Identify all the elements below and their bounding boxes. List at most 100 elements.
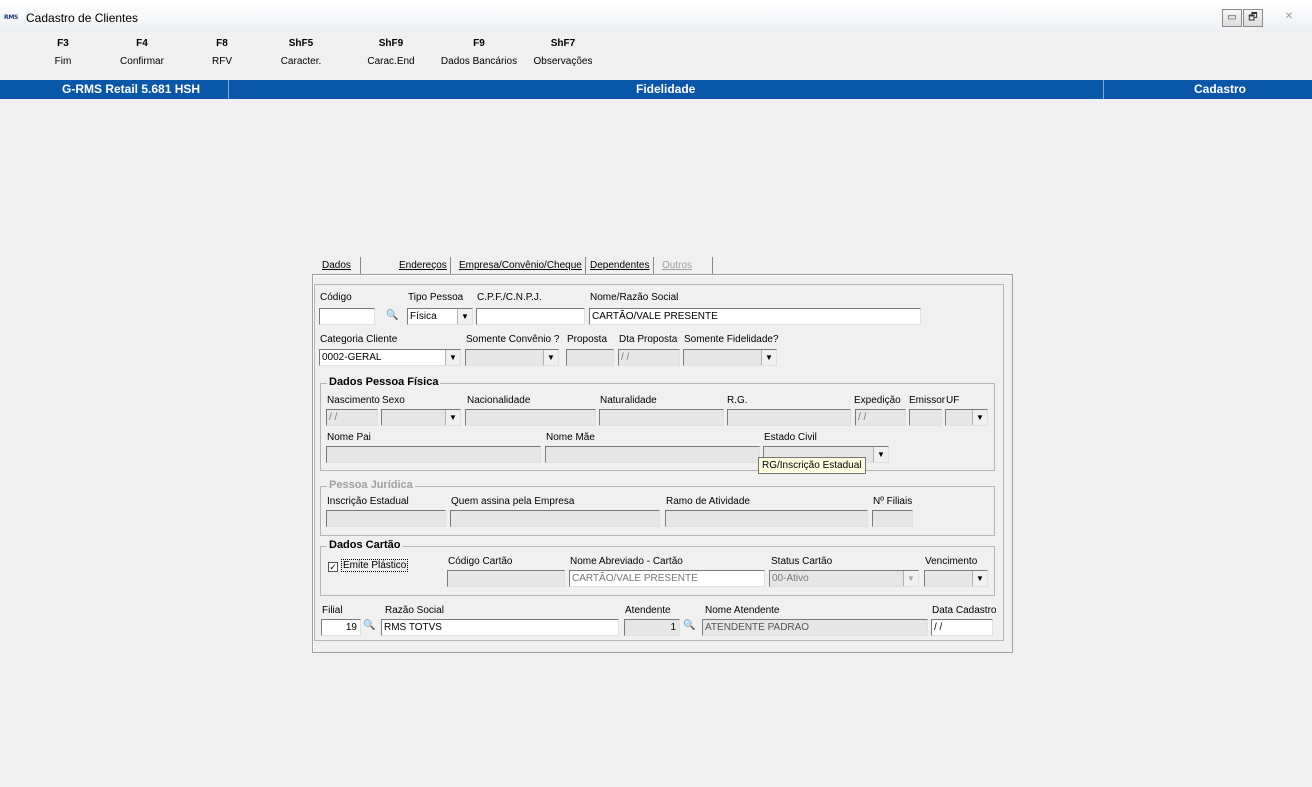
razao-social-input[interactable]: RMS TOTVS [381, 619, 619, 636]
app-logo-icon: RMS [4, 14, 19, 21]
vencimento-label: Vencimento [925, 556, 978, 567]
uf-label: UF [946, 395, 960, 406]
rg-label: R.G. [727, 395, 748, 406]
emite-plastico-label[interactable]: Emite Plástico [341, 559, 409, 572]
dta-proposta-input: / / [618, 349, 680, 366]
somente-fidelidade-select[interactable]: ▼ [683, 349, 777, 366]
sexo-select[interactable]: ▼ [381, 409, 461, 426]
chevron-down-icon: ▼ [445, 350, 460, 365]
somente-convenio-select[interactable]: ▼ [465, 349, 559, 366]
chevron-down-icon: ▼ [761, 350, 776, 365]
pessoa-juridica-title: Pessoa Jurídica [327, 479, 415, 491]
tab-empresa-convenio-cheque[interactable]: Empresa/Convênio/Cheque [456, 257, 586, 275]
fkey-f8-rfv[interactable]: F8 RFV [177, 38, 267, 68]
status-cartao-label: Status Cartão [771, 556, 833, 567]
sexo-label: Sexo [382, 395, 405, 406]
tab-dados-basicos[interactable]: Dados Básicos [319, 257, 362, 289]
status-cartao-select[interactable]: 00-Ativo ▼ [769, 570, 919, 587]
codigo-cartao-label: Código Cartão [448, 556, 513, 567]
minimize-icon[interactable]: ▭ [1222, 9, 1242, 27]
codigo-label: Código [320, 292, 352, 303]
somente-fidelidade-label: Somente Fidelidade? [684, 334, 779, 345]
num-filiais-label: Nº Filiais [873, 496, 913, 507]
tab-dependentes[interactable]: Dependentes [587, 257, 654, 275]
fkey-f4-confirmar[interactable]: F4 Confirmar [97, 38, 187, 68]
module-label: Fidelidade [636, 82, 696, 96]
proposta-label: Proposta [567, 334, 608, 345]
dta-proposta-label: Dta Proposta [619, 334, 678, 345]
screen-label: Cadastro [1194, 82, 1247, 96]
somente-convenio-label: Somente Convênio ? [466, 334, 560, 345]
cpf-cnpj-input[interactable] [476, 308, 585, 325]
window-title-bar [0, 0, 1312, 30]
inscricao-estadual-input [326, 510, 446, 527]
quem-assina-input [450, 510, 660, 527]
nome-razao-input[interactable]: CARTÃO/VALE PRESENTE [589, 308, 921, 325]
naturalidade-label: Naturalidade [600, 395, 657, 406]
nome-abreviado-input[interactable]: CARTÃO/VALE PRESENTE [569, 570, 765, 587]
version-label: G-RMS Retail 5.681 HSH [62, 82, 201, 96]
chevron-down-icon: ▼ [457, 309, 472, 324]
vencimento-select[interactable]: ▼ [924, 570, 988, 587]
codigo-cartao-input [447, 570, 565, 587]
expedicao-input: / / [855, 409, 906, 426]
uf-select[interactable]: ▼ [945, 409, 988, 426]
tab-outros-convenios: Outros Convênios [659, 257, 714, 289]
fkey-shf5-caracter[interactable]: ShF5 Caracter. [256, 38, 346, 68]
emite-plastico-checkbox[interactable]: ✓ [328, 562, 338, 572]
categoria-select[interactable]: 0002-GERAL ▼ [319, 349, 461, 366]
filial-label: Filial [322, 605, 343, 616]
cartao-title: Dados Cartão [327, 539, 403, 551]
filial-search-binoculars-icon[interactable]: 🔍 [363, 620, 375, 631]
chevron-down-icon: ▼ [972, 571, 987, 586]
chevron-down-icon: ▼ [873, 447, 888, 462]
chevron-down-icon: ▼ [543, 350, 558, 365]
pessoa-fisica-title: Dados Pessoa Física [327, 376, 441, 388]
chevron-down-icon: ▼ [972, 410, 987, 425]
nome-atendente-label: Nome Atendente [705, 605, 780, 616]
inscricao-estadual-label: Inscrição Estadual [327, 496, 409, 507]
nome-pai-input [326, 446, 541, 463]
fkey-shf7-observacoes[interactable]: ShF7 Observações [518, 38, 608, 68]
rg-input [727, 409, 851, 426]
categoria-label: Categoria Cliente [320, 334, 398, 345]
chevron-down-icon: ▼ [903, 571, 918, 586]
filial-input[interactable]: 19 [321, 619, 361, 636]
nome-mae-input [545, 446, 760, 463]
codigo-input[interactable] [319, 308, 375, 325]
nome-atendente-input: ATENDENTE PADRAO [702, 619, 928, 636]
rg-tooltip: RG/Inscrição Estadual [758, 457, 866, 474]
estado-civil-label: Estado Civil [764, 432, 817, 443]
razao-social-label: Razão Social [385, 605, 444, 616]
fkey-f9-dados-bancarios[interactable]: F9 Dados Bancários [434, 38, 524, 68]
nome-mae-label: Nome Mãe [546, 432, 595, 443]
chevron-down-icon: ▼ [445, 410, 460, 425]
nome-razao-label: Nome/Razão Social [590, 292, 679, 303]
data-cadastro-label: Data Cadastro [932, 605, 997, 616]
tipo-pessoa-label: Tipo Pessoa [408, 292, 464, 303]
expedicao-label: Expedição [854, 395, 901, 406]
atendente-search-binoculars-icon[interactable]: 🔍 [683, 620, 695, 631]
nascimento-input: / / [326, 409, 378, 426]
emissor-label: Emissor [909, 395, 946, 406]
cpf-label: C.P.F./C.N.P.J. [477, 292, 542, 303]
nacionalidade-input [465, 409, 596, 426]
restore-icon[interactable]: 🗗 [1243, 9, 1263, 27]
tab-enderecos[interactable]: Endereços [396, 257, 451, 275]
emissor-input [909, 409, 942, 426]
tipo-pessoa-select[interactable]: Física ▼ [407, 308, 473, 325]
status-bar: G-RMS Retail 5.681 HSH Fidelidade Cadast… [0, 80, 1312, 99]
atendente-label: Atendente [625, 605, 671, 616]
atendente-input: 1 [624, 619, 680, 636]
close-icon[interactable]: ✕ [1276, 9, 1302, 27]
ramo-atividade-input [665, 510, 868, 527]
window-title: Cadastro de Clientes [26, 11, 139, 25]
naturalidade-input [599, 409, 724, 426]
data-cadastro-input[interactable]: / / [931, 619, 993, 636]
nome-abreviado-label: Nome Abreviado - Cartão [570, 556, 683, 567]
codigo-search-binoculars-icon[interactable]: 🔍 [386, 310, 398, 321]
fkey-shf9-carac-end[interactable]: ShF9 Carac.End [346, 38, 436, 68]
quem-assina-label: Quem assina pela Empresa [451, 496, 575, 507]
fkey-f3-fim[interactable]: F3 Fim [18, 38, 108, 68]
proposta-input [566, 349, 614, 366]
